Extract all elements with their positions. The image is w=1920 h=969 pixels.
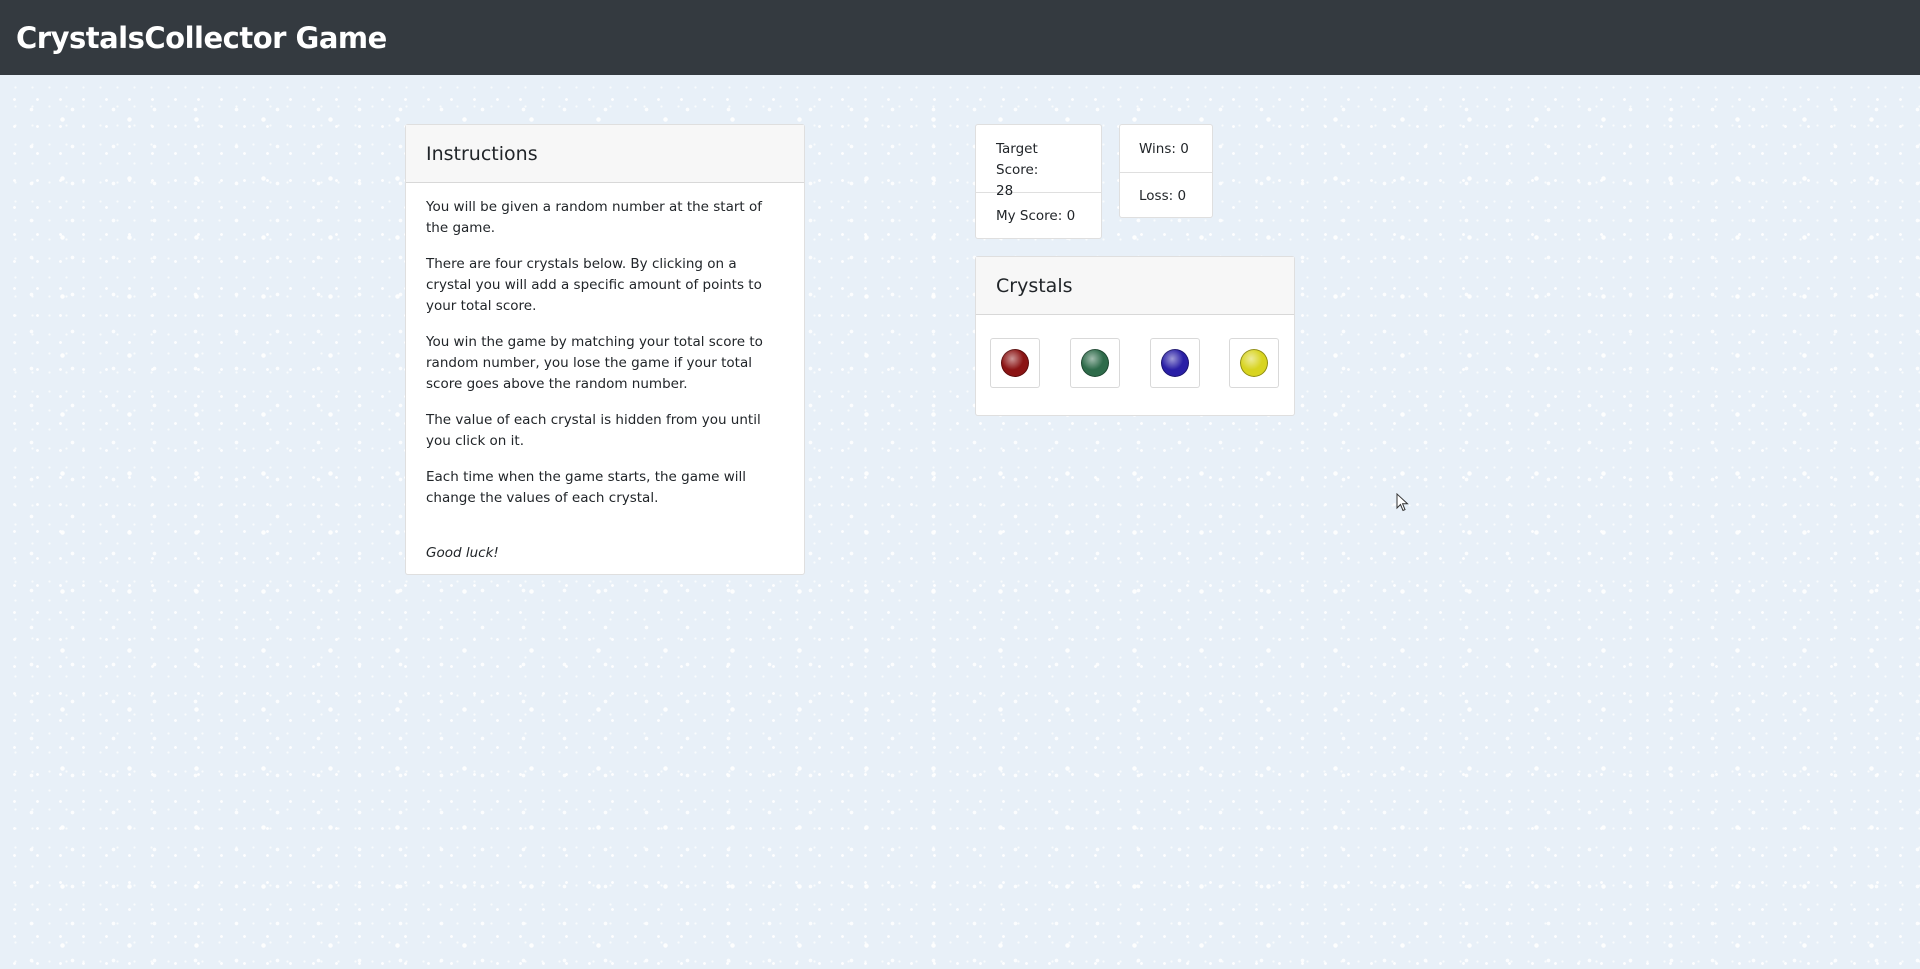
wins-count: Wins: 0: [1120, 125, 1212, 173]
yellow-crystal-icon: [1240, 349, 1268, 377]
instruction-paragraph: You will be given a random number at the…: [426, 199, 763, 236]
instructions-card: Instructions You will be given a random …: [405, 124, 805, 575]
yellow-crystal-button[interactable]: [1229, 338, 1279, 388]
instructions-body: You will be given a random number at the…: [406, 183, 804, 564]
red-crystal-button[interactable]: [990, 338, 1040, 388]
crystals-card: Crystals: [975, 256, 1295, 416]
red-crystal-icon: [1001, 349, 1029, 377]
instruction-paragraph: There are four crystals below. By clicki…: [426, 256, 762, 314]
mouse-cursor-icon: [1396, 493, 1409, 512]
crystals-title: Crystals: [976, 257, 1294, 315]
green-crystal-icon: [1081, 349, 1109, 377]
target-score-label: Target Score:: [996, 141, 1039, 178]
instruction-paragraph: The value of each crystal is hidden from…: [426, 412, 761, 449]
green-crystal-button[interactable]: [1070, 338, 1120, 388]
instructions-title: Instructions: [406, 125, 804, 183]
instruction-paragraph: You win the game by matching your total …: [426, 334, 763, 392]
target-score: Target Score: 28: [976, 125, 1101, 199]
instruction-paragraph: Each time when the game starts, the game…: [426, 469, 747, 506]
my-score: My Score: 0: [996, 207, 1076, 224]
top-navbar: CrystalsCollector Game: [0, 0, 1920, 75]
blue-crystal-icon: [1161, 349, 1189, 377]
score-card: Target Score: 28 My Score: 0: [975, 124, 1102, 239]
win-loss-card: Wins: 0 Loss: 0: [1119, 124, 1213, 218]
loss-count: Loss: 0: [1139, 187, 1187, 204]
app-title[interactable]: CrystalsCollector Game: [16, 21, 387, 55]
good-luck-text: Good luck!: [426, 545, 499, 561]
blue-crystal-button[interactable]: [1150, 338, 1200, 388]
